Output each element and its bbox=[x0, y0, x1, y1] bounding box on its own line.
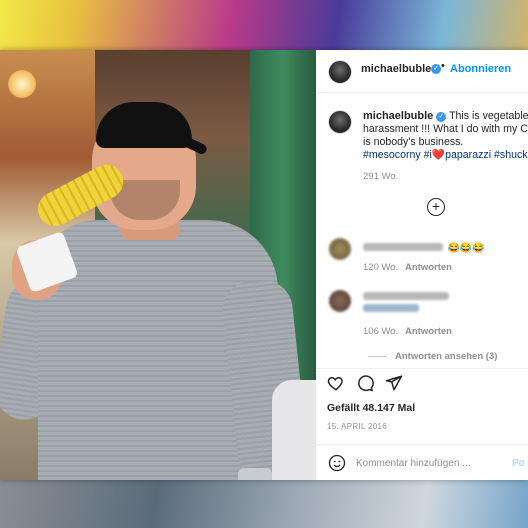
commenter-avatar[interactable] bbox=[329, 238, 351, 260]
hashtag-link[interactable]: #shuck bbox=[494, 149, 528, 161]
hashtag-link[interactable]: paparazzi bbox=[445, 149, 491, 161]
comment-age: 120 Wo. bbox=[363, 262, 399, 273]
post-sidebar: michaelbuble ✓ • Abonnieren michaelbuble… bbox=[316, 50, 528, 480]
comment-input[interactable]: Kommentar hinzufügen ... bbox=[356, 458, 471, 469]
heart-emoji: ❤️ bbox=[431, 149, 446, 161]
lamp bbox=[8, 70, 36, 98]
post-comment-button[interactable]: Po bbox=[512, 458, 525, 469]
reply-button[interactable]: Antworten bbox=[405, 326, 452, 337]
post-photo[interactable] bbox=[0, 50, 316, 480]
follow-button[interactable]: Abonnieren bbox=[450, 63, 511, 75]
heart-icon[interactable] bbox=[327, 374, 345, 392]
reply-button[interactable]: Antworten bbox=[405, 262, 452, 273]
caption-text-2: harassment !!! What I do with my Co bbox=[363, 123, 528, 135]
separator-dot: • bbox=[441, 60, 445, 72]
share-icon[interactable] bbox=[385, 374, 403, 392]
post-date: 15. APRIL 2016 bbox=[327, 422, 387, 431]
caption-text-3: is nobody's business. bbox=[363, 136, 464, 148]
avatar[interactable] bbox=[328, 60, 352, 84]
blurred-text bbox=[363, 304, 419, 312]
laughing-emoji: 😂😂😂 bbox=[447, 243, 485, 254]
plus-circle-icon[interactable]: + bbox=[427, 198, 445, 216]
replies-divider bbox=[368, 356, 386, 357]
verified-icon: ✓ bbox=[436, 112, 447, 122]
caption-age: 291 Wo. bbox=[363, 171, 399, 182]
comment-age: 106 Wo. bbox=[363, 326, 399, 337]
blurred-username bbox=[363, 242, 443, 251]
caption-username[interactable]: michaelbuble bbox=[363, 110, 433, 122]
wristwatch bbox=[238, 468, 272, 480]
hashtag-link[interactable]: #i bbox=[424, 149, 432, 161]
commenter-avatar[interactable] bbox=[329, 290, 351, 312]
post-header: michaelbuble ✓ • Abonnieren bbox=[316, 50, 528, 93]
bystander bbox=[272, 380, 316, 480]
header-username[interactable]: michaelbuble bbox=[361, 63, 431, 75]
emoji-icon[interactable] bbox=[328, 454, 346, 472]
caption: michaelbuble ✓ This is vegetable harassme… bbox=[363, 110, 528, 162]
comment-bar: Kommentar hinzufügen ... Po bbox=[316, 444, 528, 480]
caption-avatar[interactable] bbox=[328, 110, 352, 134]
verified-icon: ✓ bbox=[431, 64, 441, 74]
like-count[interactable]: Gefällt 48.147 Mal bbox=[327, 402, 415, 414]
comment bbox=[363, 292, 449, 312]
blurred-username bbox=[363, 292, 449, 300]
comment-icon[interactable] bbox=[356, 374, 374, 392]
view-replies-button[interactable]: Antworten ansehen (3) bbox=[395, 351, 497, 362]
comment: 😂😂😂 bbox=[363, 238, 485, 256]
hashtag-link[interactable]: #mesocorny bbox=[363, 149, 421, 161]
caption-text-1: This is vegetable bbox=[449, 110, 528, 122]
